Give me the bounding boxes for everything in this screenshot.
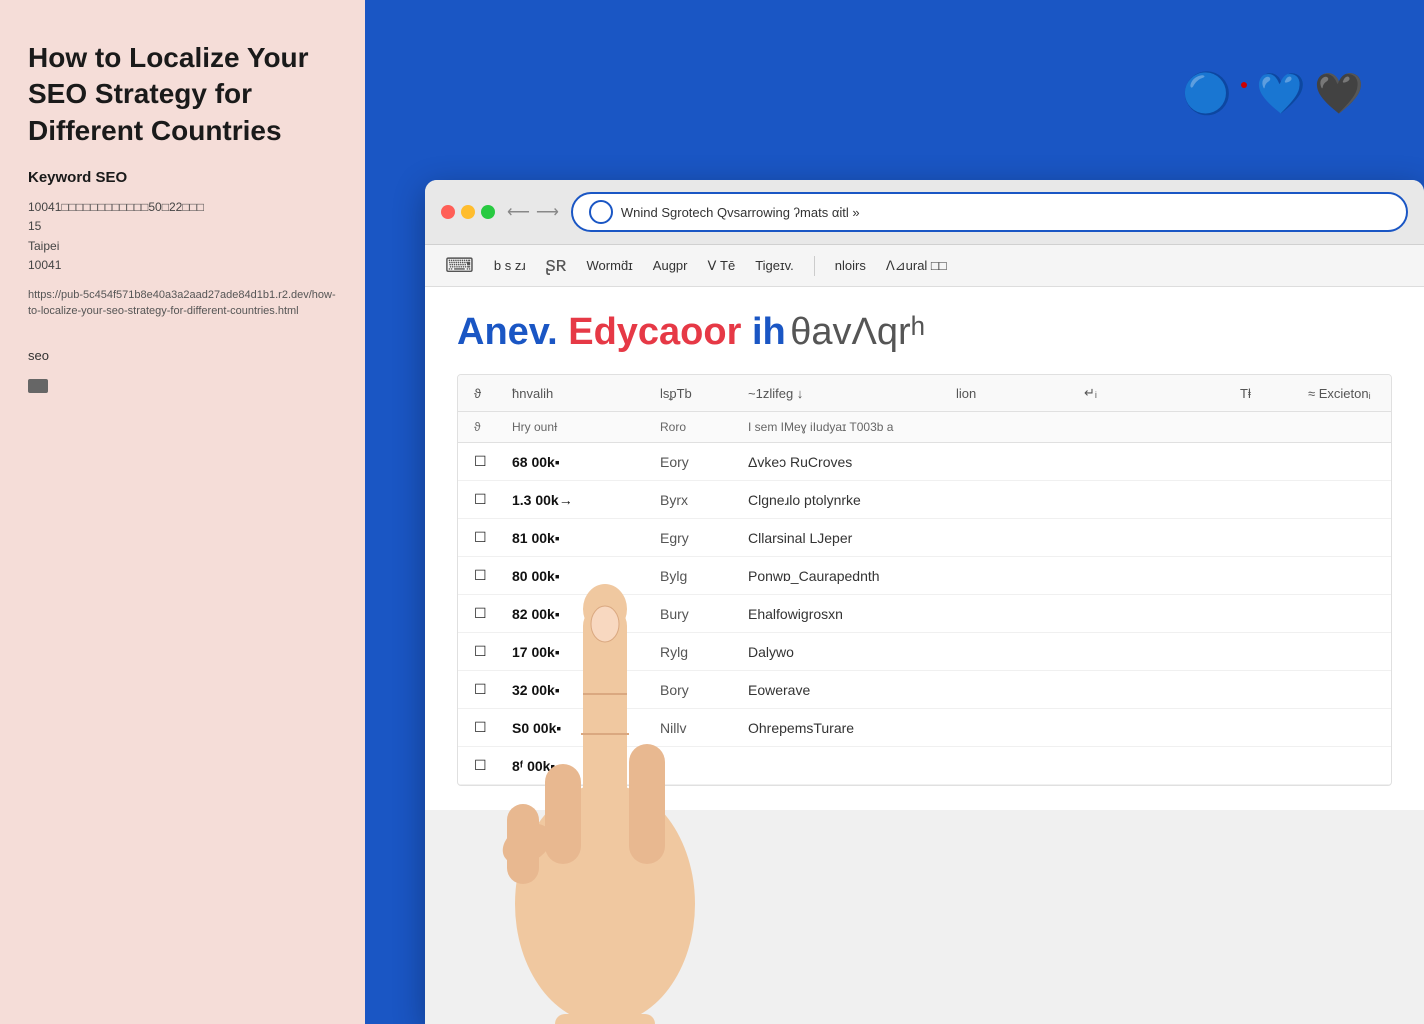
toolbar-item-3[interactable]: Augpr [653,258,688,273]
hand-svg [465,424,745,1024]
toolbar-item-2[interactable]: Wormd̈ɪ [587,258,633,273]
emoji-2: ● [1240,76,1248,92]
sidebar-icon [28,379,48,393]
browser-window: ⟵ ⟶ Wnind Sgrotech Qvsarrowing ʔmats αἰt… [425,180,1424,1024]
col-header-arrow[interactable]: ↵ᵢ [1084,385,1144,401]
toolbar-item-6[interactable]: nloirs [835,258,866,273]
traffic-light-yellow[interactable] [461,205,475,219]
emoji-4: 🖤 [1314,70,1364,117]
sidebar-keyword: Keyword SEO [28,169,337,186]
address-bar[interactable]: Wnind Sgrotech Qvsarrowing ʔmats αἰtl » [571,192,1408,232]
address-circle-icon [589,200,613,224]
row-keyword: Ehalfowigrosxn [748,606,948,622]
hand-overlay [465,424,745,1024]
browser-toolbar: ⌨ b s zɹ ʂʀ Wormd̈ɪ Augpr ꓦ Tē Tigeɪv. n… [425,245,1424,287]
sidebar: How to Localize Your SEO Strategy for Di… [0,0,365,1024]
main-area: 🔵 ● 💙 🖤 ⟵ ⟶ Wnind Sgrotech Qvsarrowing ʔ… [365,0,1424,1024]
toolbar-divider [814,256,815,276]
traffic-lights [441,205,495,219]
subheader-4: I sem IMeɣ iIudyaɪ T003b a [748,420,1375,434]
heading-part3: θavΛqrʰ [790,311,925,353]
emoji-1: 🔵 [1182,70,1232,117]
nav-forward[interactable]: ⟶ [536,202,559,222]
sidebar-tag: seo [28,348,337,363]
heading-part1: Anev. Edycaoor [457,311,752,353]
toolbar-item-4[interactable]: ꓦ Tē [708,258,736,274]
browser-chrome: ⟵ ⟶ Wnind Sgrotech Qvsarrowing ʔmats αἰt… [425,180,1424,245]
nav-buttons: ⟵ ⟶ [507,202,559,222]
col-header-exciet[interactable]: ≈ Excietonᵢ [1308,386,1392,401]
traffic-light-red[interactable] [441,205,455,219]
row-keyword: Ponwɒ_Caurapednth [748,568,948,584]
toolbar-icon-1[interactable]: ⌨ [445,253,474,278]
row-keyword: Clgneɹlo ptolynrke [748,492,948,508]
row-keyword: Cllarsinal LJeper [748,530,948,546]
table-header: ϑ ħnvalih lsᵱTb ~1zlifeg ↓ lion ↵ᵢ Tⱡ ≈ … [458,375,1391,412]
col-header-lstb[interactable]: lsᵱTb [660,386,740,401]
toolbar-icon-2[interactable]: ʂʀ [546,254,567,277]
address-text: Wnind Sgrotech Qvsarrowing ʔmats αἰtl » [621,205,1390,220]
col-header-invalih[interactable]: ħnvalih [512,386,652,401]
toolbar-item-5[interactable]: Tigeɪv. [755,258,794,273]
emoji-decoration: 🔵 ● 💙 🖤 [1182,70,1364,117]
toolbar-item-1[interactable]: b s zɹ [494,258,526,273]
row-keyword: Δvkeɔ RuCroves [748,454,948,470]
nav-back[interactable]: ⟵ [507,202,530,222]
row-keyword: Dalywo [748,644,948,660]
row-keyword: OhrepemsTurare [748,720,948,736]
col-header-lifeg[interactable]: ~1zlifeg ↓ [748,386,948,401]
toolbar-item-7[interactable]: ᐱ⊿ural □□ [886,258,947,274]
col-header-lion[interactable]: lion [956,386,1076,401]
emoji-3: 💙 [1256,70,1306,117]
col-header-check: ϑ [474,386,504,401]
page-heading-area: Anev. Edycaoor ih θavΛqrʰ [457,311,1392,354]
sidebar-url: https://pub-5c454f571b8e40a3a2aad27ade84… [28,287,337,320]
col-header-tl[interactable]: Tⱡ [1240,386,1300,401]
sidebar-meta: 10041□□□□□□□□□□□□50□22□□□ 15 Taipei 1004… [28,198,337,275]
sidebar-title: How to Localize Your SEO Strategy for Di… [28,40,337,149]
traffic-light-green[interactable] [481,205,495,219]
heading-part2: ih [752,311,786,353]
row-keyword: Eowerave [748,682,948,698]
